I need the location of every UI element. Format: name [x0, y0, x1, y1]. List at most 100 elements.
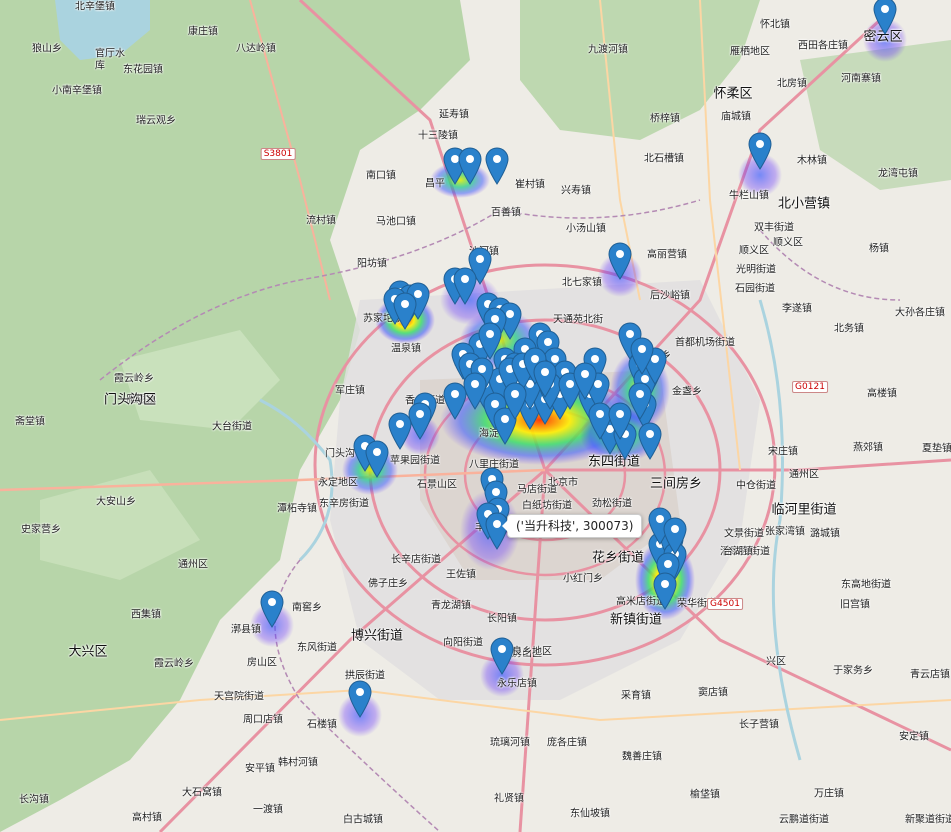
place-label: 北七家镇 [562, 277, 602, 289]
place-label: 桥梓镇 [650, 113, 680, 125]
place-label: 马店街道 [517, 484, 557, 496]
place-label: 花乡街道 [591, 550, 645, 566]
map-marker-icon[interactable] [478, 322, 502, 360]
place-label: 十三陵镇 [418, 130, 458, 142]
place-label: 金盏乡 [672, 386, 702, 398]
place-label: 中仓街道 [736, 480, 776, 492]
place-label: 九渡河镇 [588, 44, 628, 56]
map-marker-icon[interactable] [608, 402, 632, 440]
place-label: 怀柔区 [713, 86, 753, 102]
place-label: 西集镇 [131, 609, 161, 621]
place-label: 西田各庄镇 [798, 40, 848, 52]
map-marker-icon[interactable] [573, 362, 597, 400]
place-label: 瑞云观乡 [136, 115, 176, 127]
place-label: 窦店镇 [698, 687, 728, 699]
place-label: 大孙各庄镇 [895, 307, 945, 319]
place-label: 旧宫镇 [840, 599, 870, 611]
place-label: 燕郊镇 [853, 442, 883, 454]
place-label: 佛子庄乡 [368, 578, 408, 590]
place-label: 青云店镇 [910, 669, 950, 681]
place-label: 王佐镇 [446, 569, 476, 581]
map-marker-icon[interactable] [388, 412, 412, 450]
map-marker-icon[interactable] [653, 572, 677, 610]
place-label: 马池口镇 [376, 216, 416, 228]
place-label: 木林镇 [797, 155, 827, 167]
place-label: 白纸坊街道 [522, 500, 572, 512]
map-marker-icon[interactable] [365, 440, 389, 478]
place-label: 八达岭镇 [236, 43, 276, 55]
map-viewport[interactable]: 北辛堡镇 康庄镇 官厅水库八达岭镇 狼山乡 东花园镇 小南辛堡镇 瑞云观乡 延寿镇 十三陵镇 九渡… [0, 0, 951, 832]
place-label: 东辛房街道 [319, 498, 369, 510]
place-label: 延寿镇 [439, 109, 469, 121]
marker-tooltip: ('当升科技', 300073) [501, 514, 643, 538]
place-label: 后沙峪镇 [650, 290, 690, 302]
place-label: 北务镇 [834, 323, 864, 335]
place-label: 台湖镇 [723, 546, 753, 558]
place-label: 顺义区 [739, 245, 769, 257]
place-label: 劲松街道 [592, 498, 632, 510]
map-marker-icon[interactable] [608, 242, 632, 280]
place-label: 霞云岭乡 [154, 658, 194, 670]
place-label: 小南辛堡镇 [52, 85, 102, 97]
road-shield: G4501 [707, 598, 743, 610]
place-label: 长阳镇 [487, 613, 517, 625]
place-label: 石楼镇 [307, 719, 337, 731]
place-label: 大台街道 [212, 421, 252, 433]
place-label: 魏善庄镇 [622, 751, 662, 763]
map-marker-icon[interactable] [533, 360, 557, 398]
place-label: 龙湾屯镇 [878, 168, 918, 180]
map-marker-icon[interactable] [260, 590, 284, 628]
place-label: 北小营镇 [777, 196, 831, 212]
place-label: 北石槽镇 [644, 153, 684, 165]
place-label: 榆垡镇 [690, 789, 720, 801]
place-label: 琉璃河镇 [490, 737, 530, 749]
place-label: 安定镇 [899, 731, 929, 743]
place-label: 东仙坡镇 [570, 808, 610, 820]
map-marker-icon[interactable] [463, 372, 487, 410]
place-label: 库 [95, 60, 105, 72]
place-label: 青龙湖镇 [431, 600, 471, 612]
place-label: 河南寨镇 [841, 73, 881, 85]
place-label: 石园街道 [735, 283, 775, 295]
place-label: 霞云岭乡 [114, 373, 154, 385]
place-label: 采育镇 [621, 690, 651, 702]
place-label: 一渡镇 [253, 804, 283, 816]
place-label: 大安山乡 [96, 496, 136, 508]
place-label: 高村镇 [132, 812, 162, 824]
map-marker-icon[interactable] [458, 147, 482, 185]
map-marker-icon[interactable] [630, 337, 654, 375]
place-label: 东花园镇 [123, 64, 163, 76]
place-label: 漷县镇 [231, 624, 261, 636]
map-marker-icon[interactable] [638, 422, 662, 460]
map-marker-icon[interactable] [485, 147, 509, 185]
place-label: 南窖乡 [292, 602, 322, 614]
road-shield: G0121 [792, 381, 828, 393]
map-marker-icon[interactable] [393, 292, 417, 330]
map-marker-icon[interactable] [663, 517, 687, 555]
place-label: 史家营乡 [21, 524, 61, 536]
place-label: 百善镇 [491, 207, 521, 219]
place-label: 狼山乡 [32, 43, 62, 55]
place-label: 苹果园街道 [390, 455, 440, 467]
place-label: 安平镇 [245, 763, 275, 775]
place-label: 潭柘寺镇 [277, 503, 317, 515]
place-label: 礼贤镇 [494, 793, 524, 805]
place-label: 温泉镇 [391, 343, 421, 355]
place-label: 康庄镇 [188, 26, 218, 38]
map-marker-icon[interactable] [348, 680, 372, 718]
map-marker-icon[interactable] [503, 382, 527, 420]
map-marker-icon[interactable] [453, 267, 477, 305]
place-label: 长子营镇 [739, 719, 779, 731]
place-label: 斋堂镇 [15, 416, 45, 428]
map-marker-icon[interactable] [490, 637, 514, 675]
place-label: 牛栏山镇 [729, 190, 769, 202]
place-label: 高楼镇 [867, 388, 897, 400]
place-label: 于家务乡 [833, 665, 873, 677]
place-label: 小汤山镇 [566, 223, 606, 235]
place-label: 临河里街道 [771, 502, 837, 518]
map-marker-icon[interactable] [748, 132, 772, 170]
map-marker-icon[interactable] [873, 0, 897, 35]
place-label: 天通苑北街 [553, 314, 603, 326]
place-label: 杨镇 [869, 243, 889, 255]
place-label: 兴寿镇 [561, 185, 591, 197]
